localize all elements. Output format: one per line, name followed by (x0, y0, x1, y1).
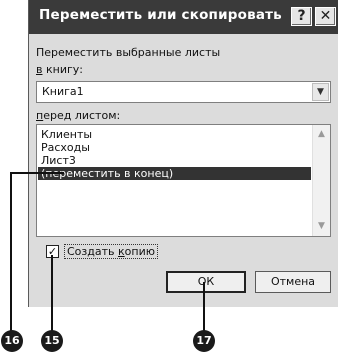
scroll-up-icon[interactable]: ▲ (314, 127, 329, 142)
cancel-button[interactable]: Отмена (255, 271, 331, 293)
close-button[interactable]: ✕ (315, 7, 336, 26)
create-copy-label[interactable]: Создать копию (64, 244, 158, 259)
move-copy-dialog: Переместить или скопировать ? ✕ Перемест… (28, 0, 338, 307)
before-sheet-label: перед листом: (36, 109, 120, 122)
title-bar: Переместить или скопировать ? ✕ (29, 0, 338, 34)
ok-button[interactable]: ОК (166, 271, 246, 293)
callout-line-15 (51, 255, 53, 332)
sheet-list-item[interactable]: Лист3 (38, 154, 311, 167)
callout-line-16-vertical (10, 172, 12, 332)
sheet-list-item[interactable]: Клиенты (38, 128, 311, 141)
book-select-value: Книга1 (42, 85, 84, 98)
callout-badge-17: 17 (193, 330, 215, 352)
create-copy-accelerator: к (118, 245, 125, 258)
callout-line-16 (10, 172, 64, 174)
selected-sheet-item[interactable]: (переместить в конец) (38, 167, 311, 180)
callout-line-17 (203, 282, 205, 332)
create-copy-label-pre: Создать (67, 245, 118, 258)
create-copy-label-post: опию (124, 245, 155, 258)
before-sheet-label-text: еред листом: (43, 109, 121, 122)
chevron-down-icon[interactable]: ▼ (312, 83, 329, 101)
callout-badge-16: 16 (1, 330, 23, 352)
sheet-list-item[interactable]: Расходы (38, 141, 311, 154)
callout-badge-15: 15 (41, 330, 63, 352)
dialog-title: Переместить или скопировать (39, 7, 282, 23)
scroll-down-icon[interactable]: ▼ (314, 219, 329, 234)
help-button[interactable]: ? (291, 7, 312, 26)
move-selected-sheets-label: Переместить выбранные листы (36, 46, 221, 59)
to-book-label-text: книгу: (42, 63, 83, 76)
to-book-label: в книгу: (36, 63, 83, 76)
book-select[interactable]: Книга1 ▼ (36, 81, 331, 103)
sheet-list[interactable]: Клиенты Расходы Лист3 (переместить в кон… (36, 124, 331, 237)
sheet-list-scrollbar[interactable]: ▲ ▼ (312, 125, 330, 236)
